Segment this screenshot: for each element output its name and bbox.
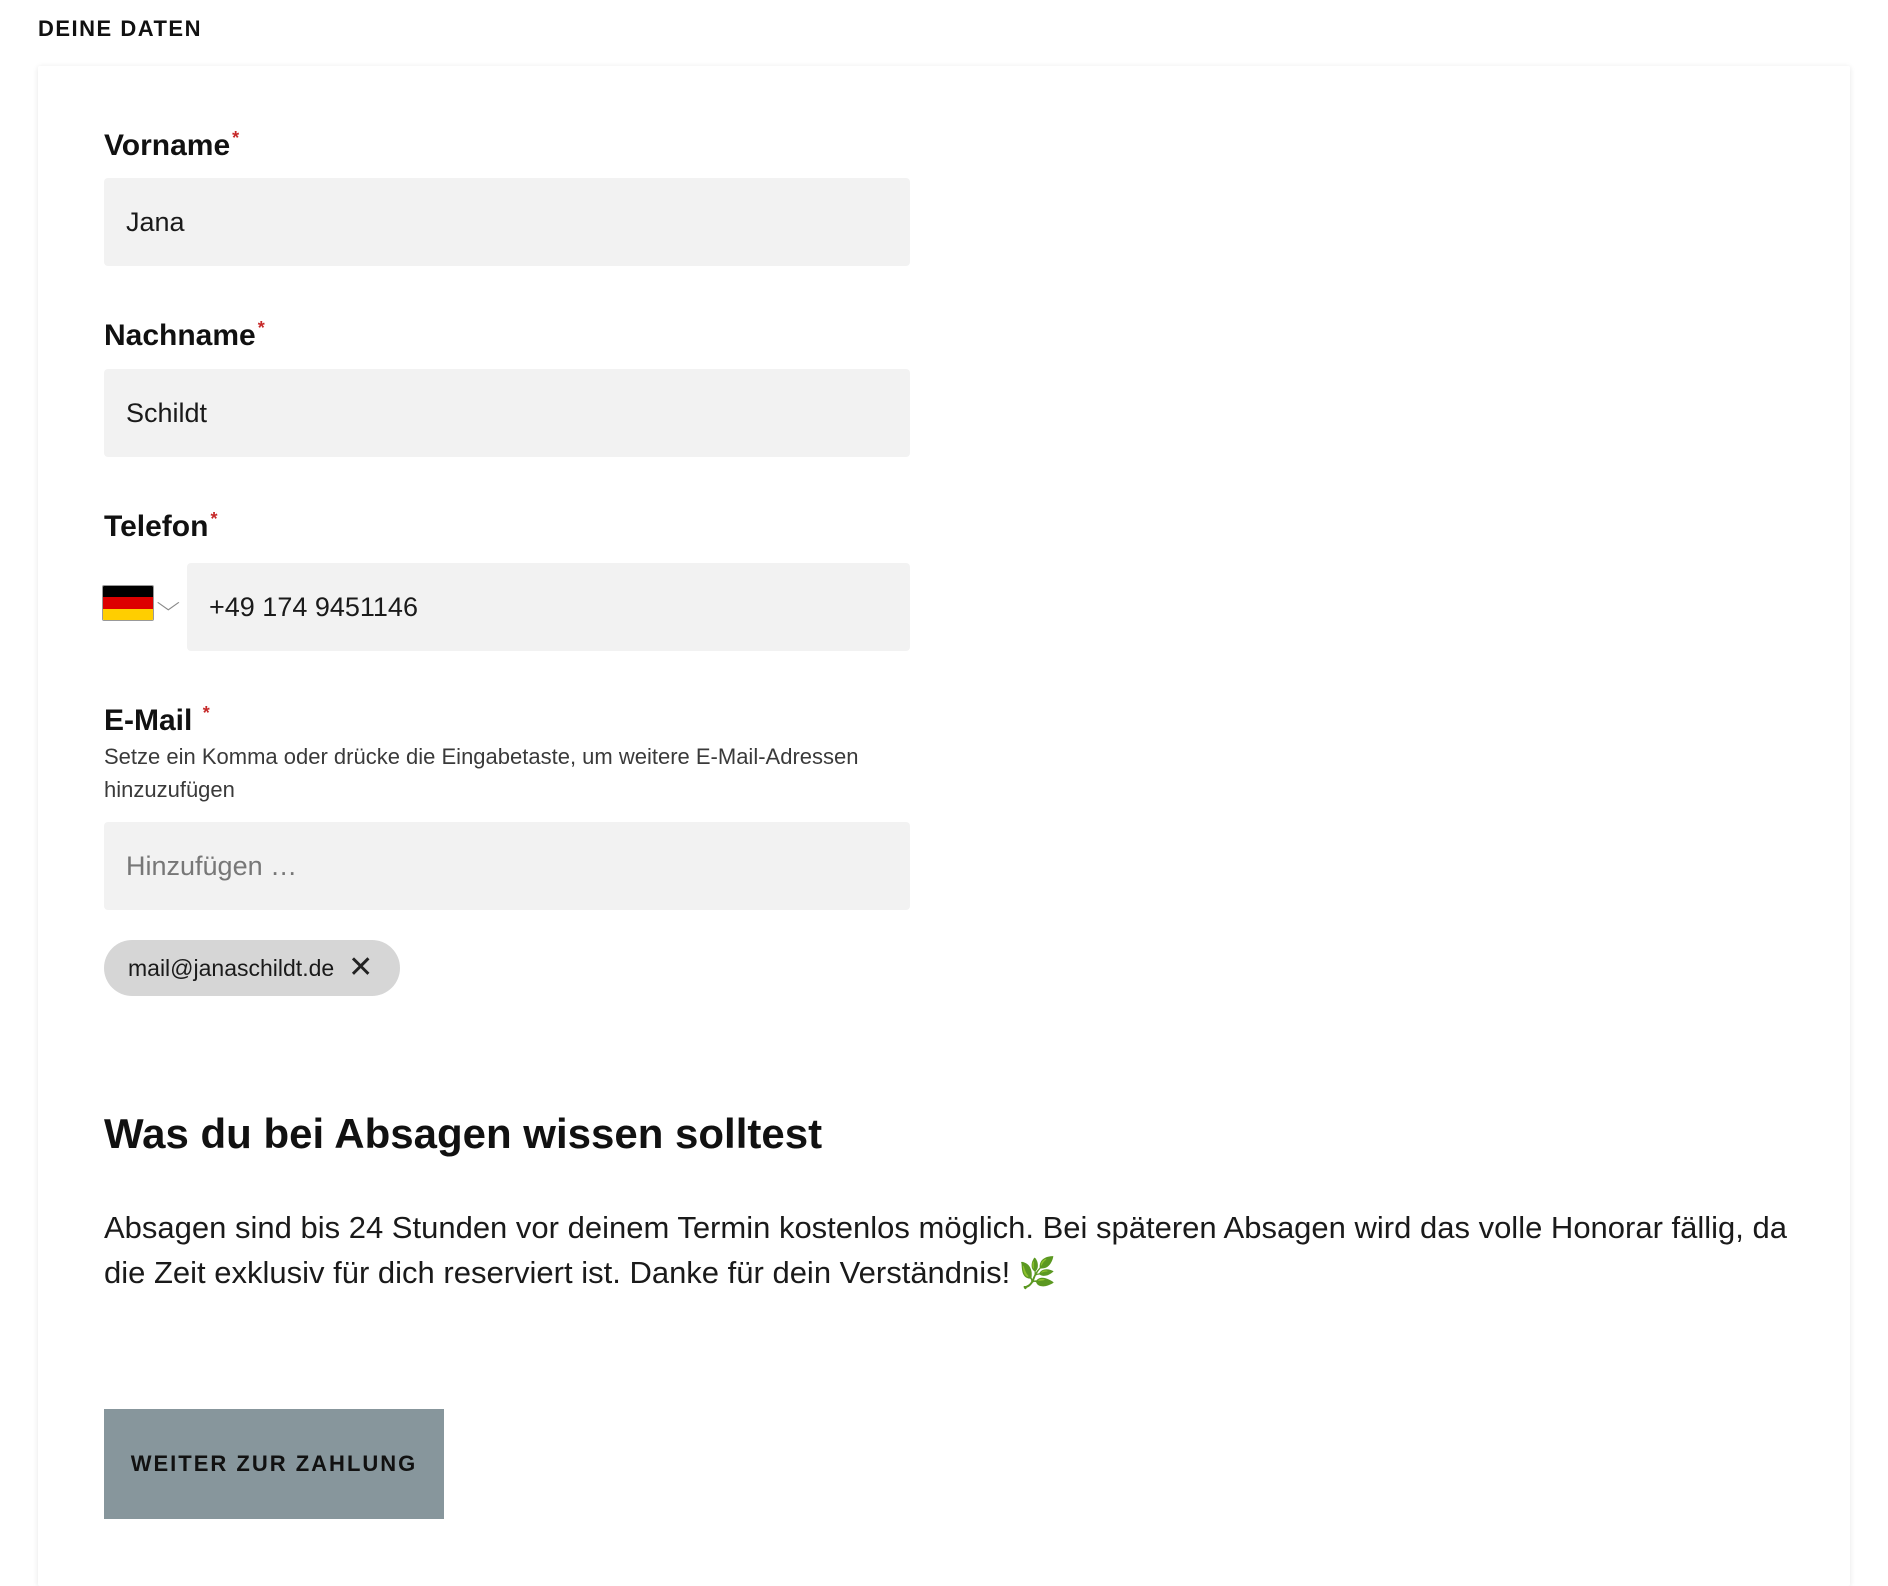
phone-input[interactable] <box>187 563 910 651</box>
first-name-input[interactable] <box>104 178 910 266</box>
required-marker: * <box>232 128 240 148</box>
last-name-input[interactable] <box>104 369 910 457</box>
flag-germany-icon <box>102 585 154 621</box>
required-marker: * <box>210 509 218 529</box>
email-label-text: E-Mail <box>104 704 193 737</box>
first-name-label: Vorname * <box>104 128 239 163</box>
close-icon[interactable]: ✕ <box>348 953 373 983</box>
email-chip-text: mail@janaschildt.de <box>128 954 335 981</box>
cancellation-title: Was du bei Absagen wissen solltest <box>104 1110 823 1157</box>
first-name-label-text: Vorname <box>104 129 231 162</box>
last-name-label-text: Nachname <box>104 319 256 352</box>
herb-icon: 🌿 <box>1018 1257 1057 1290</box>
email-label: E-Mail * <box>104 703 210 738</box>
cancellation-text: Absagen sind bis 24 Stunden vor deinem T… <box>104 1205 1804 1296</box>
continue-to-payment-button[interactable]: WEITER ZUR ZAHLUNG <box>104 1409 444 1519</box>
email-hint: Setze ein Komma oder drücke die Eingabet… <box>104 744 859 802</box>
phone-label-text: Telefon <box>104 510 209 543</box>
phone-label: Telefon * <box>104 509 217 544</box>
section-heading: DEINE DATEN <box>38 16 202 41</box>
last-name-label: Nachname * <box>104 318 265 353</box>
required-marker: * <box>202 703 210 723</box>
email-chip: mail@janaschildt.de ✕ <box>104 940 400 996</box>
chevron-down-icon: ⌵ <box>156 590 181 615</box>
email-input[interactable] <box>104 822 910 910</box>
cancellation-body: Absagen sind bis 24 Stunden vor deinem T… <box>104 1210 1788 1290</box>
required-marker: * <box>257 318 265 338</box>
